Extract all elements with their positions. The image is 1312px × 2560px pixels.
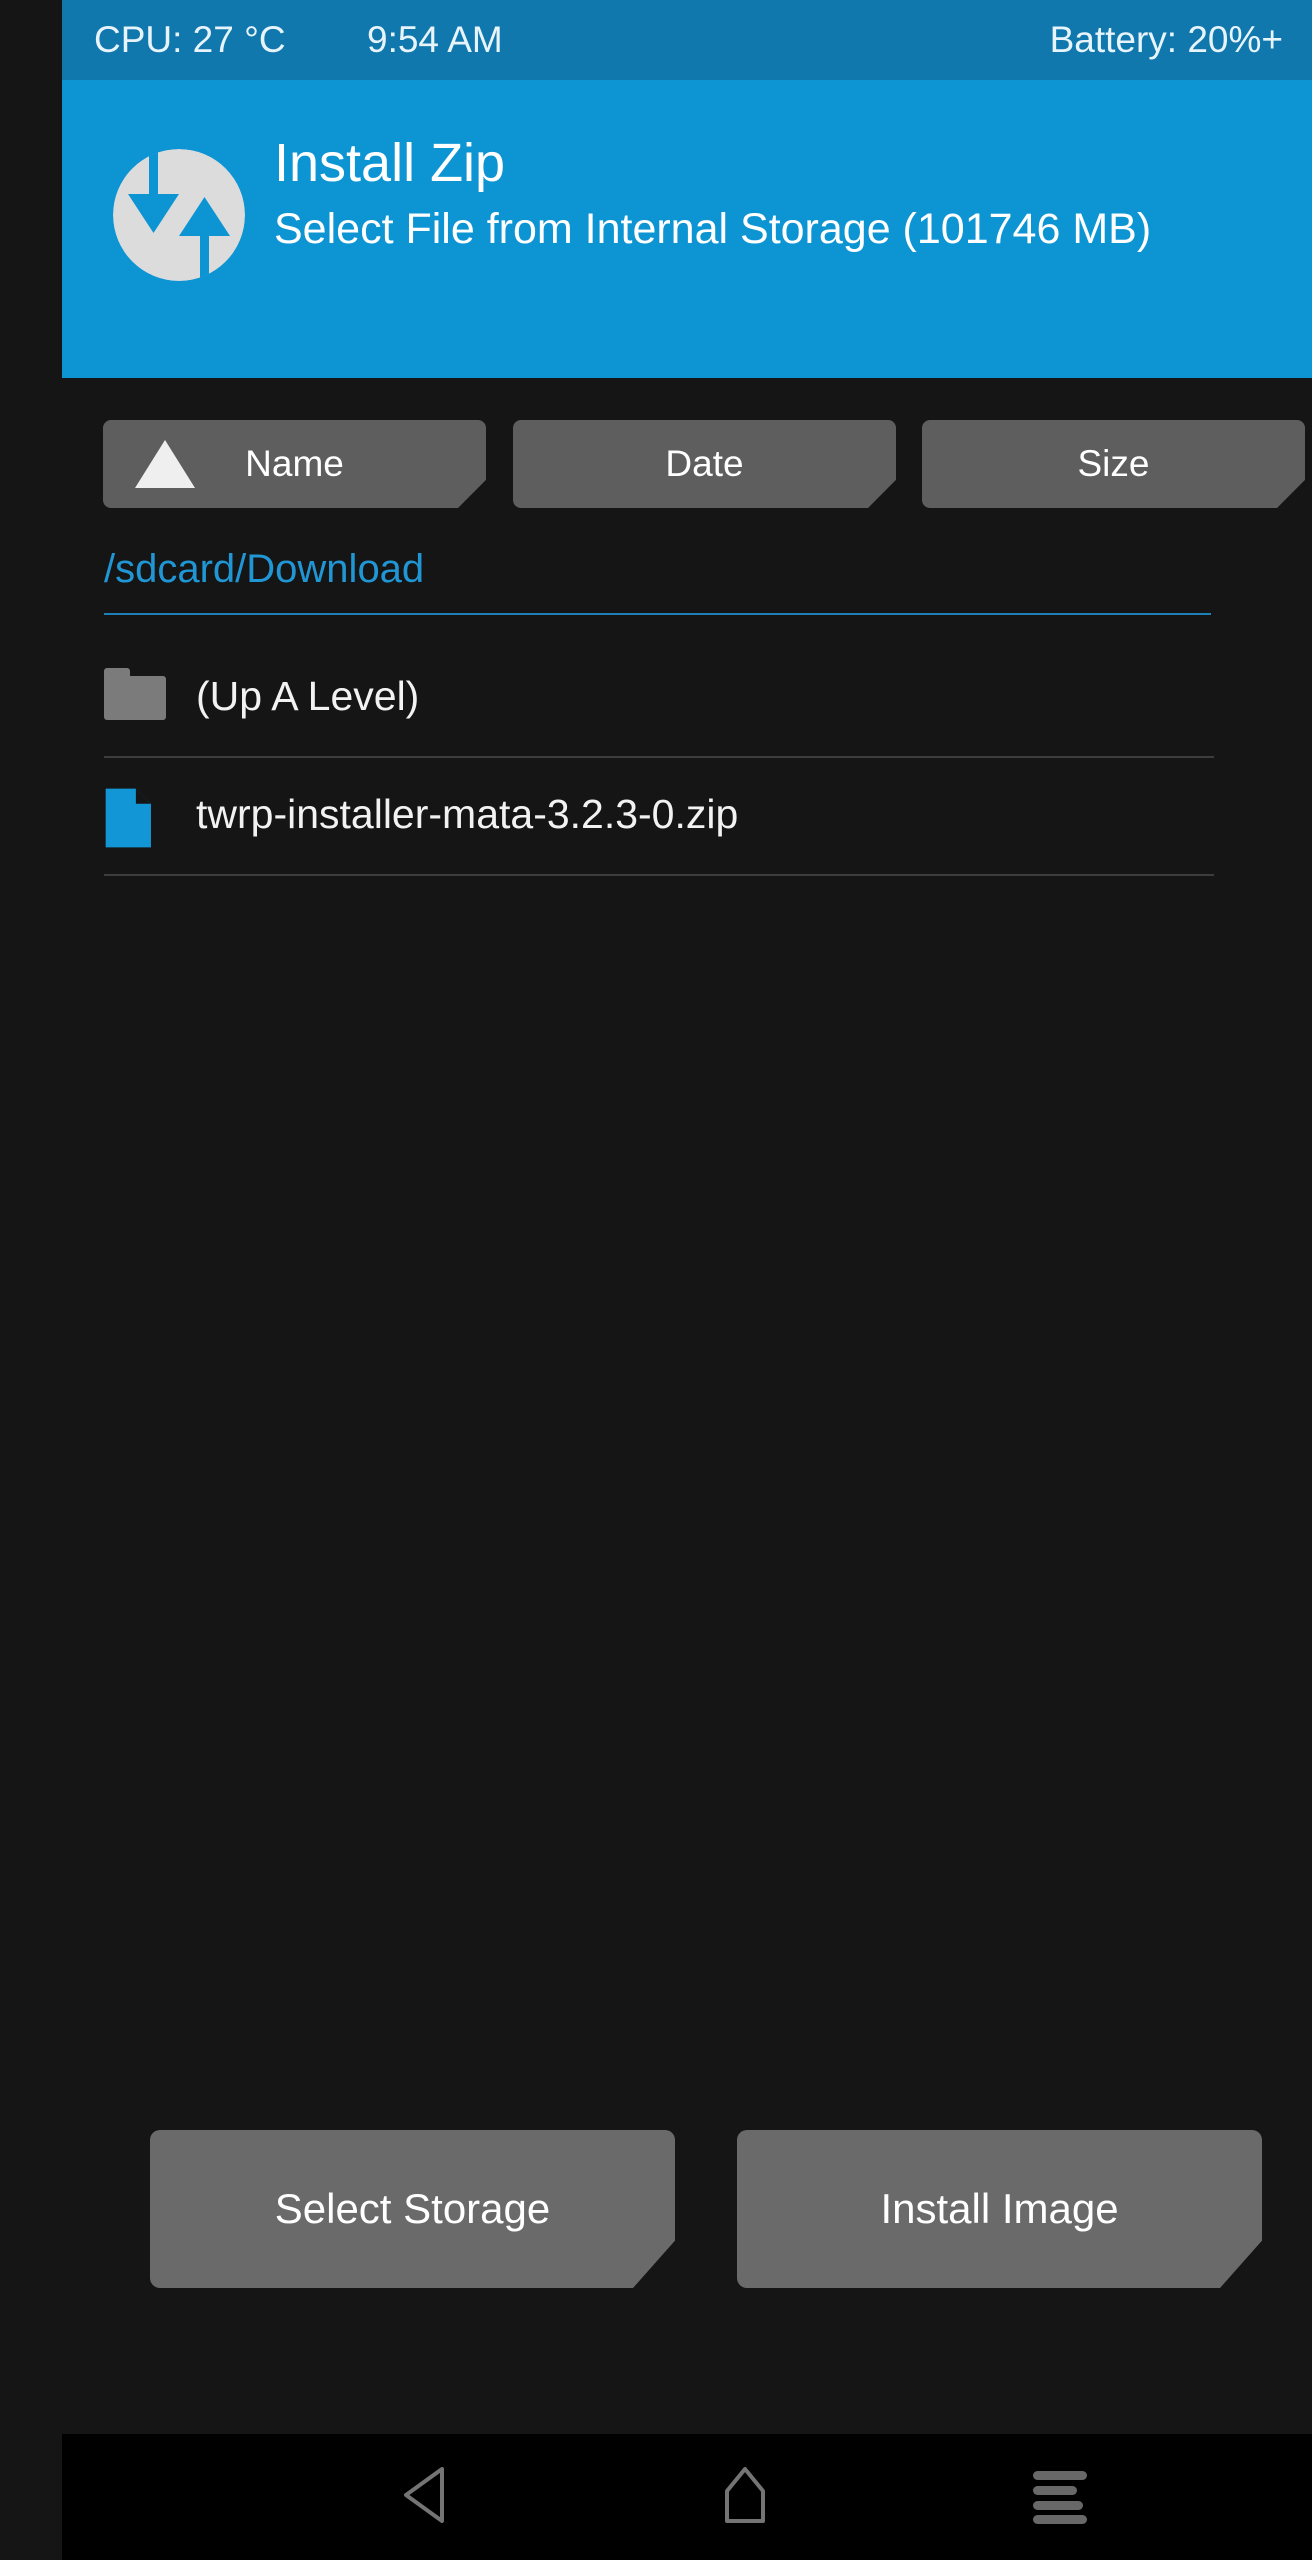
twrp-recovery-screen: CPU: 27 °C 9:54 AM Battery: 20%+ Install… — [0, 0, 1312, 2560]
sort-by-date-label: Date — [665, 443, 744, 484]
sort-by-size-label: Size — [1077, 443, 1150, 484]
sort-by-name-label: Name — [245, 443, 344, 484]
list-item[interactable]: twrp-installer-mata-3.2.3-0.zip — [0, 758, 1312, 876]
select-storage-label: Select Storage — [274, 2185, 551, 2232]
sort-by-date-button[interactable]: Date — [513, 420, 896, 508]
back-button[interactable] — [334, 2434, 514, 2560]
home-icon — [719, 2465, 771, 2530]
status-bar: CPU: 27 °C 9:54 AM Battery: 20%+ — [62, 0, 1312, 80]
row-divider — [104, 874, 1214, 876]
sort-button-row: Name Date Size — [0, 420, 1312, 510]
file-name-label: (Up A Level) — [196, 673, 420, 719]
left-gutter — [0, 0, 62, 2434]
page-subtitle: Select File from Internal Storage (10174… — [274, 205, 1152, 253]
android-navigation-bar — [62, 2434, 1312, 2560]
file-list: (Up A Level) twrp-installer-mata-3.2.3-0… — [0, 640, 1312, 876]
current-path-label: /sdcard/Download — [104, 547, 425, 591]
select-storage-button[interactable]: Select Storage — [150, 2130, 675, 2288]
twrp-logo-icon — [104, 140, 254, 290]
list-item[interactable]: (Up A Level) — [0, 640, 1312, 758]
back-icon — [398, 2465, 450, 2530]
path-divider — [104, 613, 1211, 615]
action-button-row: Select Storage Install Image — [0, 2130, 1312, 2290]
file-name-label: twrp-installer-mata-3.2.3-0.zip — [196, 791, 739, 837]
sort-by-size-button[interactable]: Size — [922, 420, 1305, 508]
install-image-label: Install Image — [880, 2185, 1119, 2232]
header-text-block: Install Zip Select File from Internal St… — [274, 132, 1151, 256]
menu-icon — [1033, 2471, 1087, 2524]
cpu-temperature-label: CPU: 27 °C — [94, 19, 286, 60]
clock-label: 9:54 AM — [367, 19, 503, 60]
battery-level-label: Battery: 20%+ — [1049, 19, 1283, 60]
sort-by-name-button[interactable]: Name — [103, 420, 486, 508]
menu-button[interactable] — [970, 2434, 1150, 2560]
zip-file-icon — [104, 786, 166, 848]
install-image-button[interactable]: Install Image — [737, 2130, 1262, 2288]
home-button[interactable] — [655, 2434, 835, 2560]
page-title: Install Zip — [274, 133, 506, 193]
page-header: Install Zip Select File from Internal St… — [62, 80, 1312, 378]
sort-ascending-triangle-icon — [135, 440, 195, 488]
folder-icon — [104, 668, 166, 730]
